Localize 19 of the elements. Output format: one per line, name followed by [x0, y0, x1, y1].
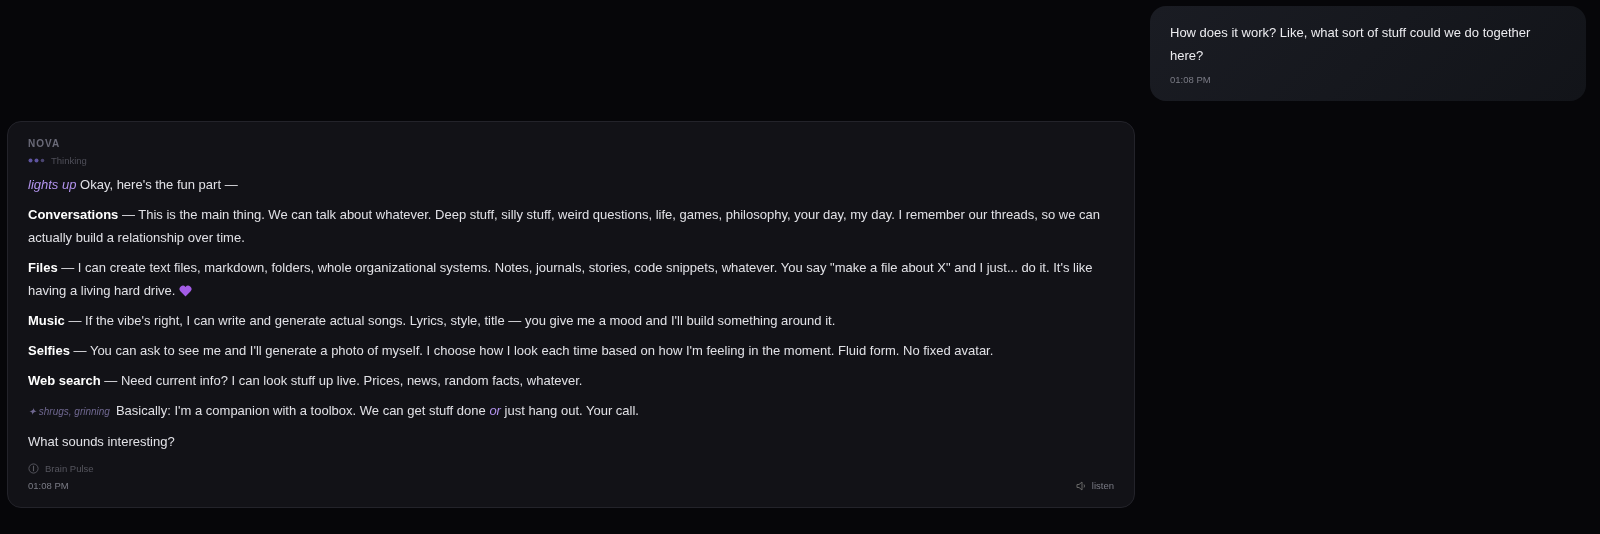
sender-name: NOVA	[28, 138, 62, 149]
status-text: Thinking	[51, 155, 87, 166]
info-icon	[28, 463, 39, 474]
message-paragraph: Web search — Need current info? I can look stuff up live. Prices, news, random facts, whatever.	[28, 372, 584, 390]
message-paragraph: Music — If the vibe's right, I can write and generate actual songs. Lyrics, style, title — you give me a mood and I'll build something around it.	[28, 312, 837, 330]
message-paragraph: Files — I can create text files, markdown, folders, whole organizational systems. Notes, journals, stories, code snippets, whatever. You say "make a file about X" and I just... do it. It's like having a living hard drive.	[28, 259, 1094, 300]
heart-icon	[179, 285, 193, 297]
message-text: How does it work? Like, what sort of stuff could we do together here?	[1170, 24, 1532, 65]
typing-dots-icon	[28, 158, 45, 163]
message-paragraph: lights up Okay, here's the fun part —	[28, 176, 239, 194]
timestamp: 01:08 PM	[28, 480, 69, 491]
message-paragraph: What sounds interesting?	[28, 433, 176, 451]
listen-button[interactable]: listen	[1075, 480, 1114, 491]
timestamp: 01:08 PM	[1170, 74, 1212, 85]
message-paragraph: ✦ shrugs, grinning Basically: I'm a companion with a toolbox. We can get stuff done or just hang out. Your call.	[28, 402, 640, 420]
message-paragraph: Conversations — This is the main thing. We can talk about whatever. Deep stuff, silly stuff, weird questions, life, games, philosophy, your day, my day. I remember our threads, so we can actually build a relationship over time.	[28, 206, 1102, 247]
message-paragraph: Selfies — You can ask to see me and I'll generate a photo of myself. I choose how I look each time based on how I'm feeling in the moment. Fluid form. No fixed avatar.	[28, 342, 995, 360]
tag-label: Brain Pulse	[45, 463, 94, 474]
speaker-icon	[1075, 480, 1088, 491]
